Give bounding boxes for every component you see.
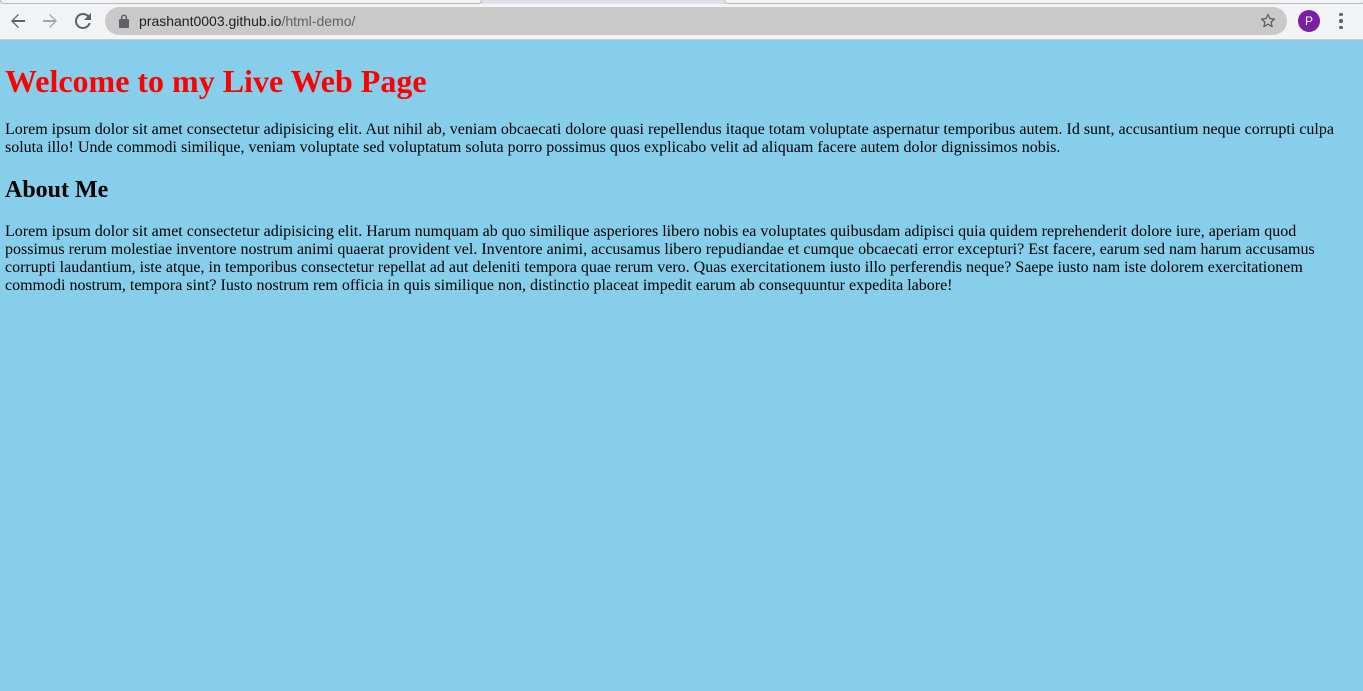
- browser-toolbar: prashant0003.github.io/html-demo/ P: [0, 0, 1363, 40]
- more-vert-icon[interactable]: [1333, 10, 1349, 32]
- url-path: /html-demo/: [281, 13, 356, 29]
- about-paragraph: Lorem ipsum dolor sit amet consectetur a…: [5, 223, 1315, 294]
- address-bar[interactable]: prashant0003.github.io/html-demo/: [105, 7, 1287, 35]
- browser-tab[interactable]: [724, 0, 1363, 4]
- forward-arrow-icon: [43, 14, 57, 28]
- forward-button[interactable]: [38, 9, 62, 33]
- url-host: prashant0003.github.io: [139, 13, 282, 29]
- page-heading: Welcome to my Live Web Page: [5, 63, 427, 99]
- reload-icon: [75, 13, 91, 29]
- profile-avatar[interactable]: P: [1298, 10, 1320, 32]
- about-heading: About Me: [5, 177, 109, 203]
- intro-paragraph: Lorem ipsum dolor sit amet consectetur a…: [5, 121, 1334, 156]
- url-text[interactable]: prashant0003.github.io/html-demo/: [139, 13, 355, 29]
- page-content: Welcome to my Live Web Page Lorem ipsum …: [0, 40, 1363, 691]
- reload-button[interactable]: [71, 9, 95, 33]
- lock-icon: [119, 14, 129, 28]
- back-button[interactable]: [6, 9, 30, 33]
- back-arrow-icon: [11, 14, 25, 28]
- browser-tab[interactable]: [0, 0, 482, 4]
- star-icon[interactable]: [1259, 12, 1277, 30]
